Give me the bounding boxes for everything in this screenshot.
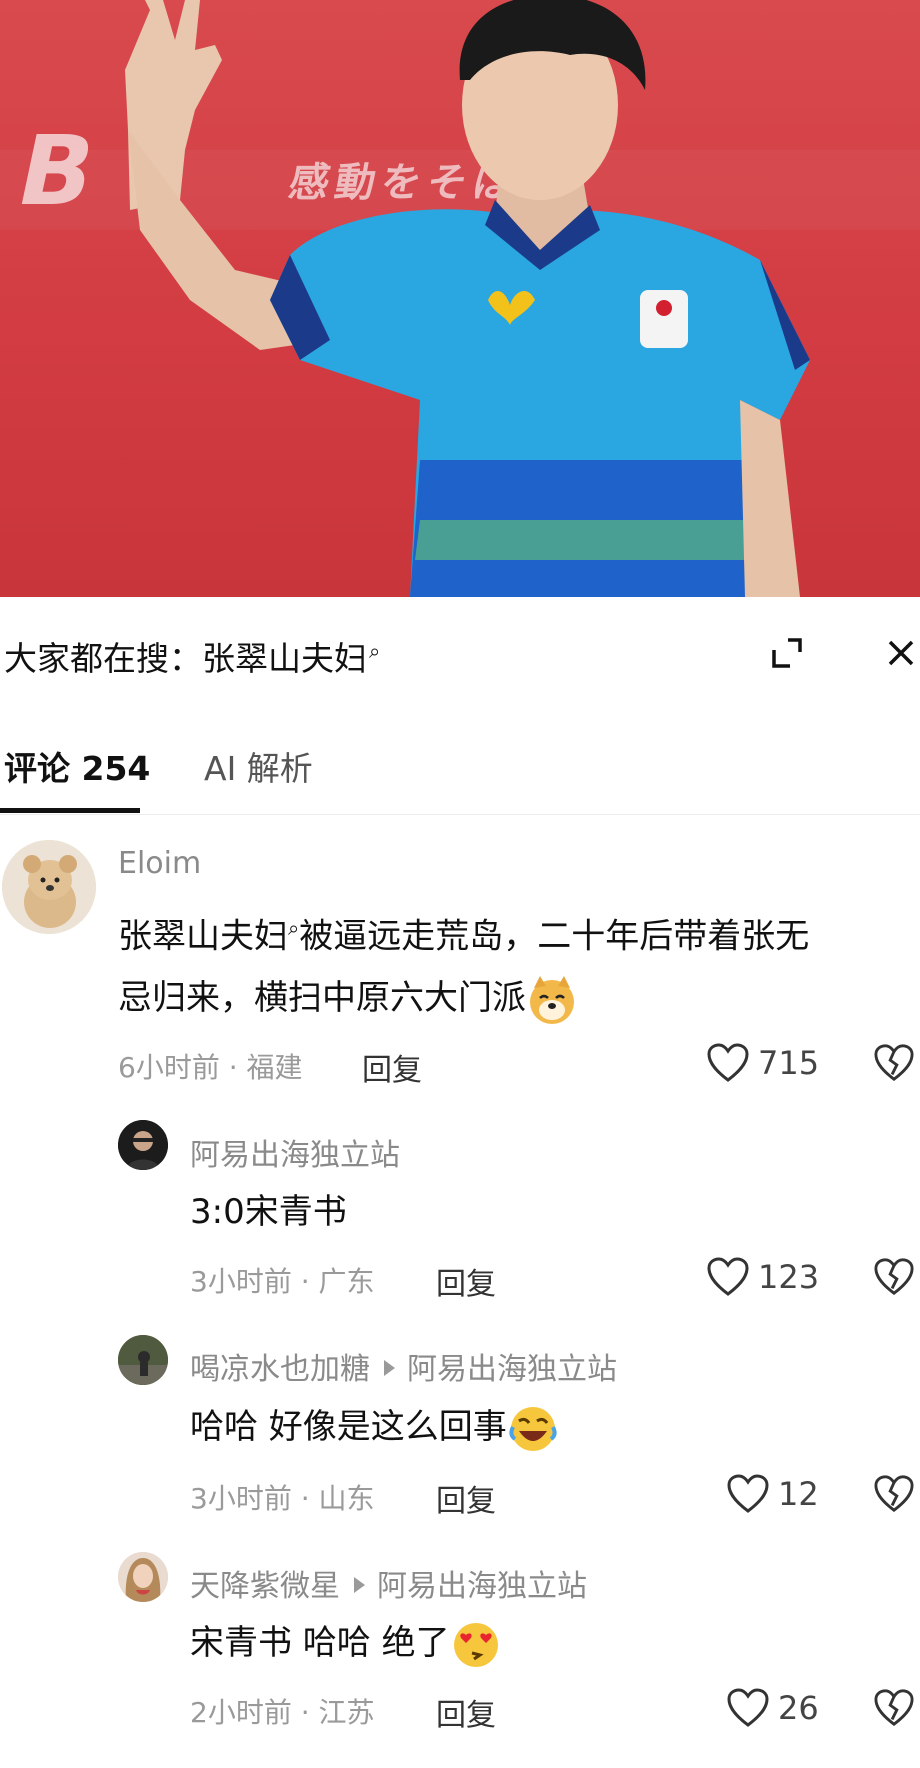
comment-time-location: 6小时前 · 福建 (118, 1051, 303, 1084)
comment-username[interactable]: Eloim (118, 846, 201, 881)
like-heart-icon[interactable] (727, 1688, 769, 1728)
reply-button[interactable]: 回复 (362, 1045, 422, 1089)
comment-text: 宋青书 哈哈 绝了 (190, 1612, 502, 1674)
reply-arrow-icon (354, 1576, 365, 1593)
avatar[interactable] (118, 1120, 168, 1170)
comment-text: 3:0宋青书 (190, 1192, 347, 1232)
comment-text: 张翠山夫妇⌕被逼远走荒岛，二十年后带着张无 忌归来，横扫中原六大门派 (118, 897, 809, 1029)
video-frame[interactable]: B 感動をそばに、 (0, 0, 920, 597)
broken-heart-icon[interactable] (874, 1043, 914, 1083)
tab-comments[interactable]: 评论 254 (4, 742, 150, 790)
broken-heart-icon[interactable] (874, 1688, 914, 1728)
comment-text-line2: 忌归来，横扫中原六大门派 (118, 978, 526, 1019)
like-heart-icon[interactable] (727, 1474, 769, 1514)
search-term[interactable]: 张翠山夫妇 (202, 639, 367, 678)
like-count: 12 (778, 1475, 819, 1513)
comment-time-location: 2小时前 · 江苏 (190, 1696, 375, 1729)
search-prefix: 大家都在搜： (4, 639, 202, 678)
comment-mention-term[interactable]: 张翠山夫妇 (118, 916, 288, 956)
reply-button[interactable]: 回复 (436, 1259, 496, 1303)
active-tab-indicator (0, 808, 140, 813)
broken-heart-icon[interactable] (874, 1257, 914, 1297)
search-icon: ⌕ (369, 639, 381, 663)
comment-username[interactable]: 天降紫微星 (190, 1569, 340, 1604)
comment-username[interactable]: 喝凉水也加糖 (190, 1352, 370, 1387)
comment-text-line1: 被逼远走荒岛，二十年后带着张无 (299, 916, 810, 957)
like-heart-icon[interactable] (707, 1043, 749, 1083)
player-illustration (125, 0, 810, 597)
heart-eyes-emoji-icon (453, 1622, 498, 1667)
close-icon[interactable] (884, 636, 918, 670)
person-avatar-icon (118, 1120, 168, 1170)
like-count: 123 (758, 1258, 820, 1296)
avatar[interactable] (2, 840, 96, 934)
comment-text-body: 宋青书 哈哈 绝了 (190, 1623, 450, 1663)
woman-avatar-icon (118, 1552, 168, 1602)
like-count: 715 (758, 1044, 820, 1082)
comment-text: 哈哈 好像是这么回事 (190, 1396, 559, 1458)
reply-arrow-icon (384, 1359, 395, 1376)
doge-emoji-icon (530, 975, 574, 1024)
reply-to-username[interactable]: 阿易出海独立站 (377, 1569, 587, 1604)
avatar[interactable] (118, 1335, 168, 1385)
comment-username-line: 喝凉水也加糖 阿易出海独立站 (190, 1344, 617, 1388)
photo-avatar-icon (118, 1335, 168, 1385)
comment-username-line: 天降紫微星 阿易出海独立站 (190, 1561, 587, 1605)
comment-text-body: 哈哈 好像是这么回事 (190, 1407, 507, 1447)
rolling-laugh-emoji-icon (509, 1406, 557, 1451)
search-icon: ⌕ (288, 916, 300, 940)
like-heart-icon[interactable] (707, 1257, 749, 1297)
avatar[interactable] (118, 1552, 168, 1602)
reply-to-username[interactable]: 阿易出海独立站 (407, 1352, 617, 1387)
reply-button[interactable]: 回复 (436, 1690, 496, 1734)
comment-username[interactable]: 阿易出海独立站 (190, 1130, 400, 1174)
bear-avatar-icon (2, 840, 96, 934)
search-suggestion[interactable]: 大家都在搜：张翠山夫妇 ⌕ (4, 632, 380, 680)
expand-icon[interactable] (770, 636, 804, 670)
tab-ai-analysis[interactable]: AI 解析 (204, 742, 313, 790)
comment-time-location: 3小时前 · 山东 (190, 1482, 375, 1515)
reply-button[interactable]: 回复 (436, 1476, 496, 1520)
like-count: 26 (778, 1689, 819, 1727)
comment-time-location: 3小时前 · 广东 (190, 1265, 375, 1298)
broken-heart-icon[interactable] (874, 1474, 914, 1514)
